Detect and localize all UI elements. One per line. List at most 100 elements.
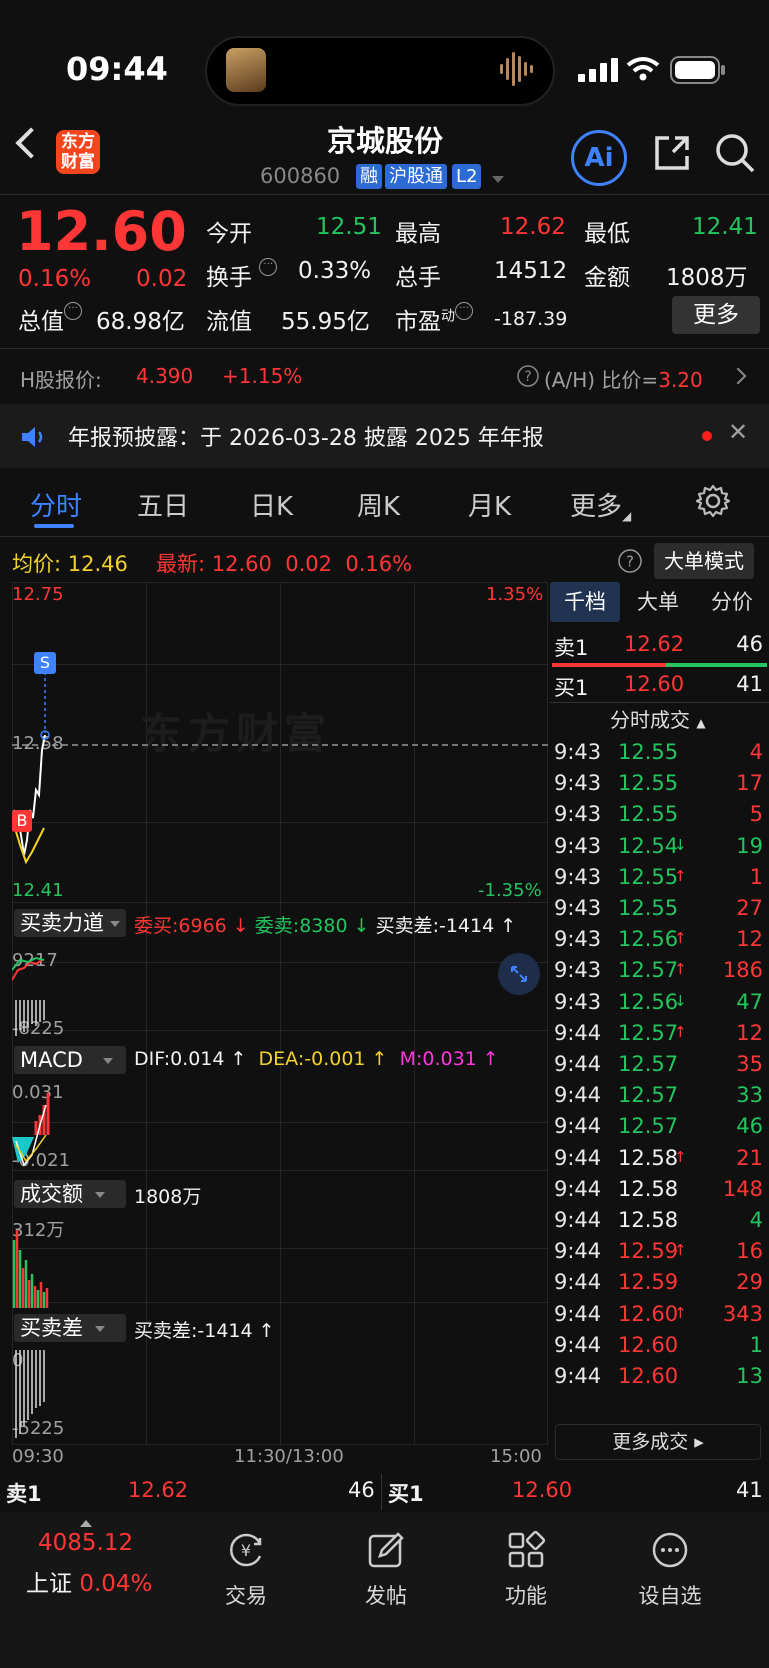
trade-volume: 46 (736, 1114, 763, 1139)
ah-ratio[interactable]: (A/H) 比价=3.20 (544, 364, 703, 393)
latest-pct: 0.16% (345, 552, 413, 576)
trade-row: 9:44 12.59 29 (550, 1266, 769, 1299)
audio-wave-icon (500, 50, 536, 88)
help-icon[interactable]: ? (617, 548, 643, 574)
diff-panel-label: 买卖差 (20, 1316, 83, 1340)
trade-price: 12.56 (618, 927, 679, 952)
right-panel: 千档 大单 分价 卖1 12.62 46 买1 12.60 41 分时成交 ▲ … (550, 582, 769, 1460)
search-icon[interactable] (714, 132, 756, 174)
gear-icon[interactable] (696, 484, 730, 518)
bid-volume: 41 (736, 672, 763, 696)
order-ask-label: 卖1 (6, 1482, 42, 1506)
trade-volume: 5 (749, 802, 763, 827)
ai-button[interactable]: Ai (571, 130, 627, 186)
expand-button[interactable] (498, 953, 540, 995)
cellular-signal-icon (578, 58, 618, 82)
index-value[interactable]: 4085.12 (38, 1530, 133, 1556)
speaker-icon (22, 427, 43, 447)
tab-level-book[interactable]: 千档 (550, 582, 620, 622)
trade-time: 9:43 (554, 802, 602, 827)
avg-label: 均价: (12, 552, 62, 576)
trade-time: 9:43 (554, 989, 602, 1014)
wifi-icon (626, 57, 660, 81)
sell-marker[interactable]: S (34, 652, 56, 674)
buy-marker[interactable]: B (12, 810, 32, 832)
trade-time: 9:44 (554, 1332, 602, 1357)
open-value: 12.51 (316, 214, 382, 240)
trade-volume: 13 (736, 1364, 763, 1388)
pe-value: -187.39 (494, 308, 568, 330)
tab-monthly-k[interactable]: 月K (468, 486, 511, 523)
tab-price-distribution[interactable]: 分价 (696, 582, 768, 622)
diff-panel-text: 买卖差:-1414 (134, 1320, 253, 1342)
chevron-down-icon[interactable] (492, 176, 504, 183)
trade-time: 9:44 (554, 1083, 602, 1108)
trade-direction-icon: ↓ (674, 835, 687, 854)
tab-weekly-k[interactable]: 周K (357, 486, 400, 523)
trade-volume: 12 (736, 927, 763, 952)
help-icon[interactable]: ? (516, 364, 540, 388)
power-indicator-select[interactable]: 买卖力道 (14, 909, 126, 937)
power-values: 委买:6966 ↓ 委卖:8380 ↓ 买卖差:-1414 ↑ (134, 915, 517, 937)
nav-add-watchlist-label: 设自选 (638, 1584, 702, 1608)
chevron-right-icon[interactable] (729, 367, 747, 385)
trade-volume: 148 (722, 1176, 763, 1201)
index-label: 上证 (26, 1571, 72, 1597)
tab-intraday[interactable]: 分时 (30, 486, 82, 523)
y-axis-top-pct: 1.35% (486, 584, 544, 605)
trade-price: 12.57 (618, 1020, 679, 1045)
trade-volume: 4 (749, 740, 763, 764)
amount-indicator-select[interactable]: 成交额 (14, 1180, 126, 1208)
tab-daily-k[interactable]: 日K (250, 486, 293, 523)
trade-volume: 29 (736, 1270, 763, 1295)
macd-m: M:0.031 (399, 1048, 477, 1070)
more-button[interactable]: 更多 (672, 296, 760, 334)
trade-direction-icon: ↑ (674, 1303, 687, 1322)
info-icon[interactable]: ··· (64, 302, 82, 320)
amount-label: 金额 (584, 265, 630, 291)
trade-row: 9:43 12.55 ↑ 1 (550, 861, 769, 894)
tick-trades-header[interactable]: 分时成交 ▲ (610, 704, 706, 733)
info-icon[interactable]: ··· (455, 302, 473, 320)
trade-time: 9:44 (554, 1270, 602, 1295)
close-icon[interactable]: ✕ (728, 418, 748, 446)
trade-price: 12.54 (618, 833, 679, 858)
diff-indicator-select[interactable]: 买卖差 (14, 1314, 126, 1342)
tab-five-day[interactable]: 五日 (137, 486, 189, 523)
large-order-mode-button[interactable]: 大单模式 (654, 543, 754, 579)
status-time: 09:44 (66, 50, 168, 88)
high-value: 12.62 (500, 214, 566, 240)
float-value: 55.95亿 (281, 309, 370, 335)
notice-text[interactable]: 年报预披露：于 2026-03-28 披露 2025 年年报 (68, 420, 544, 452)
ask-label: 卖1 (554, 636, 589, 660)
macd-indicator-select[interactable]: MACD (14, 1046, 126, 1074)
nav-trade[interactable]: ¥ 交易 (196, 1530, 296, 1610)
nav-functions[interactable]: 功能 (476, 1530, 576, 1610)
more-trades-button[interactable]: 更多成交 ▸ (555, 1424, 761, 1460)
back-button[interactable] (15, 127, 47, 159)
trade-price: 12.55 (618, 802, 679, 827)
trade-price: 12.60 (618, 1332, 679, 1357)
y-axis-bottom-pct: -1.35% (478, 880, 542, 901)
info-icon[interactable]: ··· (259, 258, 278, 276)
turnover-label: 换手 ··· (206, 258, 278, 292)
macd-chart (12, 1093, 50, 1167)
trade-price: 12.59 (618, 1270, 679, 1295)
nav-post[interactable]: 发帖 (336, 1530, 436, 1610)
stock-code: 600860 (260, 164, 341, 188)
open-label: 今开 (206, 221, 252, 247)
chevron-down-icon (95, 1192, 105, 1198)
trade-time: 9:44 (554, 1020, 602, 1045)
tab-more[interactable]: 更多◢ (570, 486, 631, 523)
mcap-value: 68.98亿 (96, 309, 185, 335)
expand-up-icon[interactable] (80, 1520, 92, 1527)
low-value: 12.41 (692, 214, 758, 240)
tab-large-orders[interactable]: 大单 (622, 582, 694, 622)
nav-add-watchlist[interactable]: 设自选 (620, 1530, 720, 1610)
trade-row: 9:44 12.57 46 (550, 1110, 769, 1143)
share-icon[interactable] (653, 134, 691, 172)
diff-label: 买卖差: (375, 915, 439, 937)
watermark: 东方财富 (140, 709, 333, 758)
trade-row: 9:44 12.58 ↑ 21 (550, 1142, 769, 1175)
index-info[interactable]: 上证 0.04% (26, 1564, 152, 1598)
